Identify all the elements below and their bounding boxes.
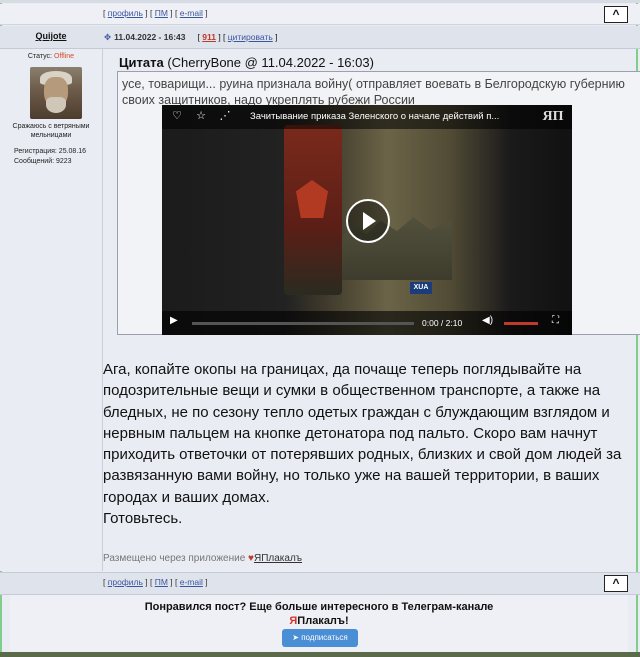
author-name[interactable]: Quijote (0, 31, 102, 41)
profile-link[interactable]: профиль (108, 8, 143, 18)
avatar[interactable] (30, 67, 82, 119)
quote-link[interactable]: цитировать (228, 32, 273, 42)
author-info: Регистрация: 25.08.16 Сообщений: 9223 (14, 147, 86, 167)
volume-slider[interactable] (504, 322, 538, 325)
bottom-post-footer: [ профиль ] [ ПМ ] [ e-mail ] ^ (0, 572, 640, 595)
posted-via-label: Размещено через приложение (103, 553, 246, 564)
author-tagline: Сражаюсь с ветряными мельницами (12, 123, 90, 139)
heart-icon[interactable]: ♡ (170, 109, 184, 123)
posted-via: Размещено через приложение ♥ЯПлакалъ (103, 553, 302, 564)
author-sidebar: Статус: Offline Сражаюсь с ветряными мел… (0, 49, 103, 571)
video-title[interactable]: Зачитывание приказа Зеленского о начале … (250, 111, 499, 122)
video-topbar: ♡ ☆ ⋰ Зачитывание приказа Зеленского о н… (162, 105, 572, 129)
profile-link[interactable]: профиль (108, 577, 143, 587)
subscribe-button[interactable]: ➤ подписаться (282, 629, 358, 647)
quote-text: усе, товарищи... руина признала войну( о… (122, 77, 625, 107)
play-icon[interactable]: ▶ (170, 315, 178, 326)
status-label: Статус: (27, 53, 52, 60)
video-flag (284, 125, 342, 295)
post-text: Ага, копайте окопы на границах, да почащ… (103, 359, 625, 529)
post-paragraph: Ага, копайте окопы на границах, да почащ… (103, 361, 622, 506)
bottom-links: [ профиль ] [ ПМ ] [ e-mail ] (103, 577, 208, 587)
post-closing: Готовьтесь. (103, 510, 183, 528)
post-number[interactable]: 911 (202, 32, 216, 42)
promo-text: Понравился пост? Еще больше интересного … (144, 601, 494, 613)
app-link[interactable]: ЯПлакалъ (254, 553, 302, 564)
promo-channel: ЯПлакалъ! (10, 615, 628, 627)
channel-badge: XUA (410, 282, 432, 294)
top-links: [ профиль ] [ ПМ ] [ e-mail ] (103, 8, 208, 18)
post-body: Цитата (CherryBone @ 11.04.2022 - 16:03)… (103, 49, 640, 571)
video-progress[interactable] (192, 322, 414, 325)
video-controls: ▶ 0:00 / 2:10 ◀) ⛶ (162, 311, 572, 335)
volume-icon[interactable]: ◀) (482, 315, 493, 326)
play-button[interactable] (346, 199, 390, 243)
post-header: Quijote ✥ 11.04.2022 - 16:43[ 911 ] [ цит… (0, 26, 640, 49)
status-value: Offline (53, 53, 75, 60)
promo-channel-rest: Плакалъ! (297, 615, 349, 627)
quote-heading: Цитата (CherryBone @ 11.04.2022 - 16:03) (119, 55, 374, 70)
telegram-promo: Понравился пост? Еще больше интересного … (10, 595, 628, 657)
fullscreen-icon[interactable]: ⛶ (552, 315, 559, 326)
email-link[interactable]: e-mail (180, 8, 203, 18)
pm-link[interactable]: ПМ (155, 8, 168, 18)
video-brand-logo: ЯП (542, 109, 564, 124)
post-date: 11.04.2022 - 16:43 (114, 32, 186, 42)
pm-link[interactable]: ПМ (155, 577, 168, 587)
quote-label: Цитата (119, 55, 164, 70)
registration-date: Регистрация: 25.08.16 (14, 148, 87, 155)
subscribe-label: подписаться (301, 633, 348, 642)
scroll-top-button[interactable]: ^ (604, 6, 628, 23)
post-link-icon[interactable]: ✥ (104, 32, 111, 42)
quote-source: (CherryBone @ 11.04.2022 - 16:03) (167, 55, 374, 70)
share-icon[interactable]: ⋰ (218, 109, 232, 123)
up-arrow-icon: ^ (612, 7, 620, 21)
bottom-edge (0, 652, 640, 657)
author-status: Статус: Offline (0, 53, 102, 60)
post-meta: ✥ 11.04.2022 - 16:43[ 911 ] [ цитировать … (104, 32, 278, 42)
avatar-beard (46, 97, 66, 113)
video-time: 0:00 / 2:10 (422, 318, 463, 328)
scroll-top-button[interactable]: ^ (604, 575, 628, 592)
top-post-footer: [ профиль ] [ ПМ ] [ e-mail ] ^ (0, 4, 640, 25)
telegram-icon: ➤ (292, 633, 299, 642)
video-player[interactable]: ♡ ☆ ⋰ Зачитывание приказа Зеленского о н… (162, 105, 572, 335)
up-arrow-icon: ^ (612, 576, 620, 590)
quote-box: усе, товарищи... руина признала войну( о… (117, 71, 640, 335)
flag-emblem (296, 180, 328, 218)
top-divider (0, 0, 640, 3)
message-count: Сообщений: 9223 (14, 158, 72, 165)
email-link[interactable]: e-mail (180, 577, 203, 587)
star-icon[interactable]: ☆ (194, 109, 208, 123)
